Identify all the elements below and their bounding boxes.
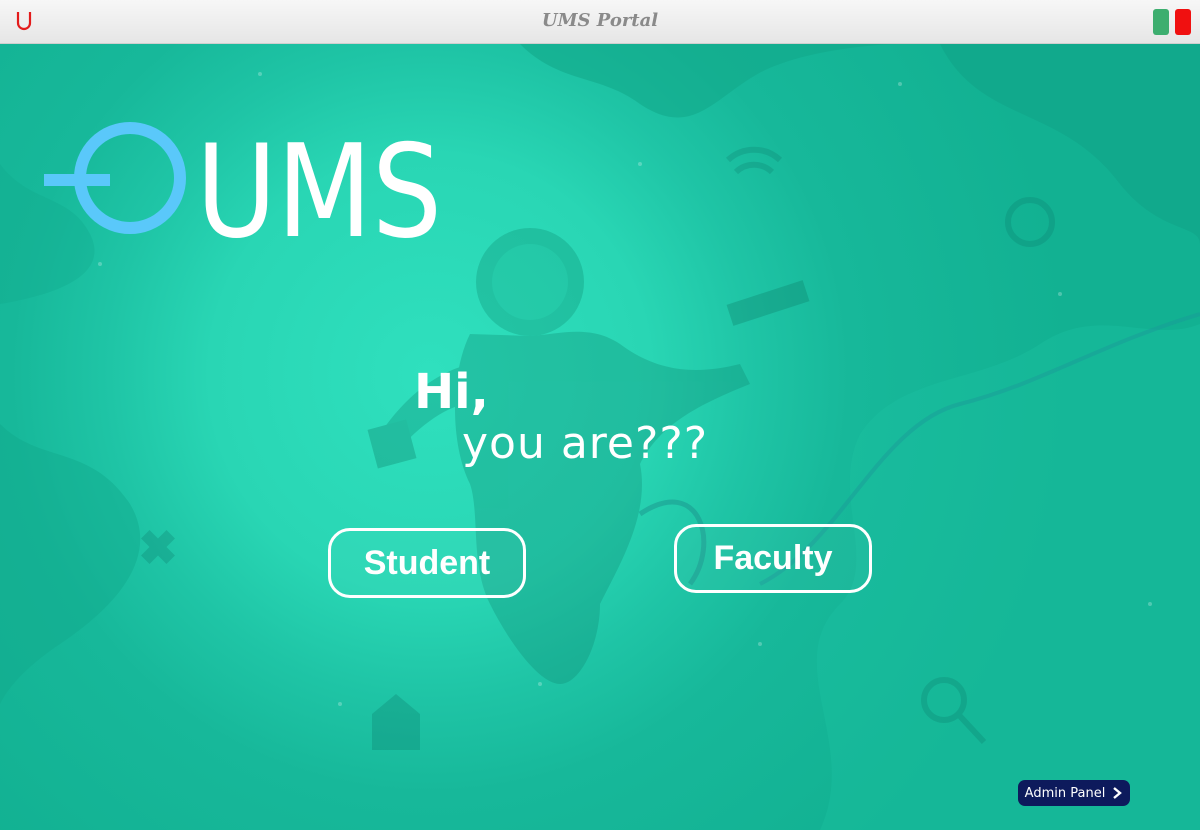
- chevron-right-icon: [1113, 787, 1123, 799]
- close-button[interactable]: [1175, 9, 1191, 35]
- greeting-hi: Hi,: [414, 364, 489, 420]
- admin-panel-label: Admin Panel: [1024, 785, 1106, 801]
- admin-panel-button[interactable]: Admin Panel: [1018, 780, 1130, 806]
- title-bar: UMS Portal: [0, 0, 1200, 44]
- minimize-button[interactable]: [1153, 9, 1169, 35]
- logo-text: UMS: [196, 122, 442, 246]
- student-button[interactable]: Student: [328, 528, 526, 598]
- main-background: UMS Hi, you are??? Student Faculty Admin…: [0, 44, 1200, 830]
- window-title: UMS Portal: [541, 10, 659, 31]
- faculty-button[interactable]: Faculty: [674, 524, 872, 593]
- greeting-question: you are???: [462, 418, 709, 469]
- ums-logo: UMS: [44, 122, 442, 246]
